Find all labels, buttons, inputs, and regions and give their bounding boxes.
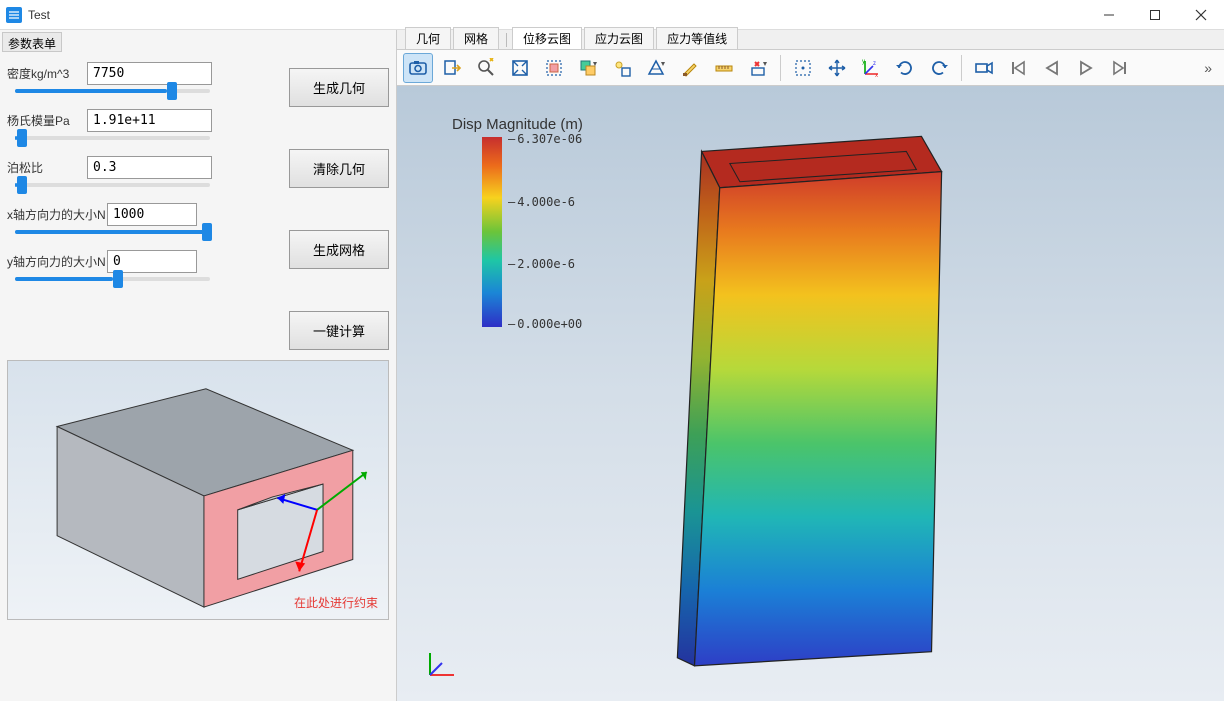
axis-gizmo xyxy=(422,643,462,683)
play-icon[interactable] xyxy=(1071,53,1101,83)
render-mode-icon[interactable] xyxy=(641,53,671,83)
zoom-reset-icon[interactable] xyxy=(471,53,501,83)
youngs-input[interactable] xyxy=(87,109,212,132)
force-x-slider[interactable] xyxy=(15,230,210,234)
poisson-slider[interactable] xyxy=(15,183,210,187)
svg-text:x: x xyxy=(875,73,878,78)
maximize-button[interactable] xyxy=(1132,0,1178,30)
axes-icon[interactable]: y x z xyxy=(856,53,886,83)
pan-icon[interactable] xyxy=(822,53,852,83)
play-prev-icon[interactable] xyxy=(1037,53,1067,83)
lighting-icon[interactable] xyxy=(607,53,637,83)
rotate-cw-icon[interactable] xyxy=(890,53,920,83)
force-x-input[interactable] xyxy=(107,203,197,226)
tab-geometry[interactable]: 几何 xyxy=(405,27,451,49)
result-render xyxy=(397,86,1224,701)
density-label: 密度kg/m^3 xyxy=(7,65,87,82)
brush-icon[interactable] xyxy=(675,53,705,83)
svg-text:z: z xyxy=(873,61,876,67)
sidebar-header: 参数表单 xyxy=(2,32,62,52)
sidebar: 参数表单 密度kg/m^3 杨氏模量Pa xyxy=(0,30,397,701)
density-slider[interactable] xyxy=(15,89,210,93)
poisson-label: 泊松比 xyxy=(7,159,87,176)
param-youngs: 杨氏模量Pa xyxy=(7,109,289,140)
select-box-icon[interactable] xyxy=(788,53,818,83)
window-title: Test xyxy=(28,8,1086,22)
svg-text:y: y xyxy=(862,59,865,65)
force-y-label: y轴方向力的大小N xyxy=(7,253,107,270)
zoom-box-icon[interactable] xyxy=(539,53,569,83)
screenshot-icon[interactable] xyxy=(403,53,433,83)
layers-icon[interactable] xyxy=(573,53,603,83)
tab-mesh[interactable]: 网格 xyxy=(453,27,499,49)
play-next-icon[interactable] xyxy=(1105,53,1135,83)
tab-stress-contour[interactable]: 应力等值线 xyxy=(656,27,738,49)
youngs-label: 杨氏模量Pa xyxy=(7,112,87,129)
clear-icon[interactable] xyxy=(743,53,773,83)
toolbar-separator xyxy=(780,55,781,81)
export-icon[interactable] xyxy=(437,53,467,83)
tab-displacement[interactable]: 位移云图 xyxy=(512,27,582,49)
title-bar: Test xyxy=(0,0,1224,30)
zoom-fit-icon[interactable] xyxy=(505,53,535,83)
param-force-y: y轴方向力的大小N xyxy=(7,250,289,281)
one-click-compute-button[interactable]: 一键计算 xyxy=(289,311,389,350)
param-poisson: 泊松比 xyxy=(7,156,289,187)
ruler-icon[interactable] xyxy=(709,53,739,83)
force-y-slider[interactable] xyxy=(15,277,210,281)
generate-mesh-button[interactable]: 生成网格 xyxy=(289,230,389,269)
close-button[interactable] xyxy=(1178,0,1224,30)
toolbar-more-icon[interactable]: » xyxy=(1198,60,1218,76)
tab-separator xyxy=(506,33,507,47)
param-density: 密度kg/m^3 xyxy=(7,62,289,93)
view-toolbar: y x z » xyxy=(397,50,1224,86)
rotate-ccw-icon[interactable] xyxy=(924,53,954,83)
generate-geometry-button[interactable]: 生成几何 xyxy=(289,68,389,107)
view-tabs: 几何 网格 位移云图 应力云图 应力等值线 xyxy=(397,30,1224,50)
toolbar-separator xyxy=(961,55,962,81)
param-force-x: x轴方向力的大小N xyxy=(7,203,289,234)
geometry-preview: 在此处进行约束 xyxy=(7,360,389,620)
minimize-button[interactable] xyxy=(1086,0,1132,30)
poisson-input[interactable] xyxy=(87,156,212,179)
render-viewport[interactable]: Disp Magnitude (m) 6.307e-06 4.000e-6 2.… xyxy=(397,86,1224,701)
youngs-slider[interactable] xyxy=(15,136,210,140)
app-icon xyxy=(6,7,22,23)
density-input[interactable] xyxy=(87,62,212,85)
tab-stress-cloud[interactable]: 应力云图 xyxy=(584,27,654,49)
clear-geometry-button[interactable]: 清除几何 xyxy=(289,149,389,188)
camera-icon[interactable] xyxy=(969,53,999,83)
play-first-icon[interactable] xyxy=(1003,53,1033,83)
constraint-note: 在此处进行约束 xyxy=(294,594,378,611)
force-x-label: x轴方向力的大小N xyxy=(7,206,107,223)
